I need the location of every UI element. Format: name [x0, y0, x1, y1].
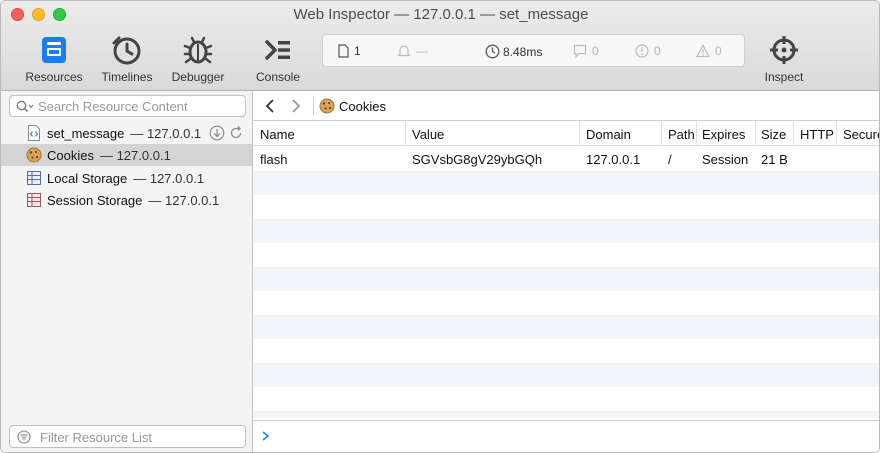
navigation-bar: Cookies [253, 91, 879, 121]
tab-debugger-label: Debugger [171, 70, 225, 84]
dashboard-warnings[interactable]: 0 [696, 44, 722, 58]
cell-path: / [668, 152, 672, 167]
document-icon [338, 44, 349, 58]
dashboard-logs[interactable]: 0 [573, 44, 599, 58]
sidebar-item-set-message[interactable]: set_message — 127.0.0.1 [1, 122, 252, 144]
breadcrumb-label: Cookies [339, 98, 386, 114]
cell-value: SGVsbG8gV29ybGQh [412, 152, 543, 167]
empty-row [253, 291, 879, 315]
sidebar-item-local-storage[interactable]: Local Storage — 127.0.0.1 [1, 167, 252, 189]
tab-timelines-label: Timelines [101, 70, 153, 84]
dashboard-errors[interactable]: 0 [635, 44, 661, 58]
content-area: Cookies Name Value Domain Path Expires S… [253, 91, 879, 452]
cookie-icon [26, 147, 42, 163]
empty-row [253, 267, 879, 291]
search-input[interactable] [38, 98, 238, 114]
toolbar: Web Inspector — 127.0.0.1 — set_message … [1, 1, 879, 91]
tab-console[interactable]: Console [251, 34, 305, 84]
breadcrumb[interactable]: Cookies [319, 98, 386, 114]
cell-size: 21 B [761, 152, 788, 167]
dashboard-load-state[interactable]: — [397, 44, 428, 58]
crosshair-icon [770, 36, 798, 64]
nav-divider [313, 97, 314, 115]
timelines-icon [112, 36, 141, 65]
sidebar-item-cookies[interactable]: Cookies — 127.0.0.1 [1, 144, 252, 166]
local-storage-icon [27, 171, 41, 185]
filter-resource-list[interactable] [9, 425, 246, 448]
error-icon [635, 44, 649, 58]
debugger-icon [183, 36, 213, 64]
resources-icon [42, 37, 66, 63]
column-header-domain[interactable]: Domain [586, 127, 631, 142]
tab-timelines[interactable]: Timelines [98, 34, 156, 84]
session-storage-icon [27, 193, 41, 207]
tab-resources-label: Resources [25, 70, 83, 84]
back-arrow-icon[interactable] [263, 98, 277, 114]
column-header-value[interactable]: Value [412, 127, 444, 142]
console-icon [265, 40, 290, 60]
document-icon [28, 125, 40, 141]
column-header-expires[interactable]: Expires [702, 127, 745, 142]
forward-arrow-icon[interactable] [289, 98, 303, 114]
web-inspector-window: Web Inspector — 127.0.0.1 — set_message … [0, 0, 880, 453]
empty-row [253, 171, 879, 195]
empty-row [253, 339, 879, 363]
column-header-size[interactable]: Size [761, 127, 786, 142]
dashboard-resources[interactable]: 1 [338, 44, 361, 58]
column-header-path[interactable]: Path [668, 127, 695, 142]
empty-row [253, 195, 879, 219]
window-title: Web Inspector — 127.0.0.1 — set_message [293, 6, 589, 23]
search-icon [16, 100, 34, 112]
table-row[interactable]: flash SGVsbG8gV29ybGQh 127.0.0.1 / Sessi… [253, 147, 879, 171]
column-header-name[interactable]: Name [260, 127, 295, 142]
resource-sidebar: set_message — 127.0.0.1 Cookies — 12 [1, 91, 253, 452]
download-icon[interactable] [209, 125, 225, 141]
cookie-icon [319, 98, 335, 114]
quick-console[interactable] [253, 420, 879, 452]
empty-row [253, 315, 879, 339]
dashboard-load-time[interactable]: 8.48ms [485, 44, 542, 59]
tab-resources[interactable]: Resources [23, 34, 85, 84]
item-actions [209, 125, 244, 141]
empty-row [253, 387, 879, 411]
empty-row [253, 411, 879, 418]
sidebar-item-session-storage[interactable]: Session Storage — 127.0.0.1 [1, 189, 252, 211]
cell-name: flash [260, 152, 288, 167]
column-header-http[interactable]: HTTP [800, 127, 834, 142]
inspect-label: Inspect [764, 70, 804, 84]
search-resource-content[interactable] [9, 95, 246, 117]
empty-row [253, 243, 879, 267]
empty-row [253, 219, 879, 243]
warning-icon [696, 44, 710, 58]
cell-expires: Session [702, 152, 749, 167]
tab-console-label: Console [255, 70, 301, 84]
empty-row [253, 363, 879, 387]
tab-debugger[interactable]: Debugger [168, 34, 228, 84]
column-header-secure[interactable]: Secure [843, 127, 879, 142]
cookies-table-body: flash SGVsbG8gV29ybGQh 127.0.0.1 / Sessi… [253, 147, 879, 418]
cookies-table-header: Name Value Domain Path Expires Size HTTP… [253, 122, 879, 146]
filter-input[interactable] [40, 429, 240, 445]
console-prompt-icon [262, 431, 270, 441]
cell-domain: 127.0.0.1 [586, 152, 641, 167]
filter-icon [17, 430, 31, 444]
activity-dashboard[interactable]: 1 — 8.48ms 0 0 0 [322, 34, 745, 67]
log-icon [573, 44, 587, 58]
bell-icon [397, 45, 411, 57]
clock-icon [485, 44, 500, 59]
reload-icon[interactable] [228, 125, 244, 141]
inspect-button[interactable]: Inspect [758, 34, 810, 84]
